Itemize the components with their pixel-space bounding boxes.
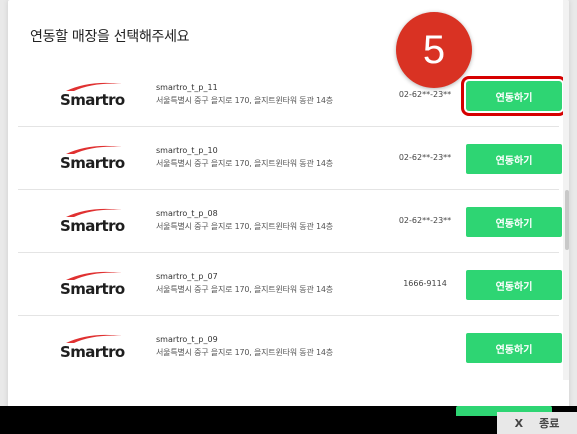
scroll-thumb[interactable] — [565, 190, 569, 250]
close-button[interactable]: X 종료 — [497, 412, 577, 434]
store-phone: 02-62**-23** — [398, 90, 452, 99]
smartro-logo: Smartro — [58, 206, 130, 236]
scrollbar[interactable] — [563, 0, 569, 380]
store-phone: 02-62**-23** — [398, 216, 452, 225]
smartro-logo: Smartro — [58, 332, 130, 362]
store-address: 서울특별시 중구 을지로 170, 을지트윈타워 동관 14층 — [156, 222, 333, 231]
store-address: 서울특별시 중구 을지로 170, 을지트윈타워 동관 14층 — [156, 96, 333, 105]
smartro-logo: Smartro — [58, 269, 130, 299]
store-phone: 1666-9114 — [403, 279, 447, 288]
smartro-logo: Smartro — [58, 143, 130, 173]
smartro-logo: Smartro — [58, 80, 130, 110]
list-item: Smartro smartro_t_p_11 서울특별시 중구 을지로 170,… — [18, 64, 567, 126]
store-list: Smartro smartro_t_p_11 서울특별시 중구 을지로 170,… — [8, 64, 569, 378]
store-name: smartro_t_p_10 — [156, 146, 218, 155]
store-address: 서울특별시 중구 을지로 170, 을지트윈타워 동관 14층 — [156, 348, 333, 357]
link-store-button[interactable]: 연동하기 — [466, 270, 562, 300]
page-title: 연동할 매장을 선택해주세요 — [30, 29, 190, 45]
close-label: 종료 — [539, 417, 560, 430]
link-store-button[interactable]: 연동하기 — [466, 333, 562, 363]
list-item: Smartro smartro_t_p_07 서울특별시 중구 을지로 170,… — [18, 252, 562, 315]
store-select-panel: 연동할 매장을 선택해주세요 Smartro smartro_t_p_11 서울… — [8, 0, 569, 434]
link-store-button[interactable]: 연동하기 — [466, 144, 562, 174]
store-name: smartro_t_p_09 — [156, 335, 218, 344]
store-name: smartro_t_p_07 — [156, 272, 218, 281]
link-store-button[interactable]: 연동하기 — [466, 207, 562, 237]
store-address: 서울특별시 중구 을지로 170, 을지트윈타워 동관 14층 — [156, 285, 333, 294]
link-store-button[interactable]: 연동하기 — [461, 76, 567, 116]
step-badge: 5 — [396, 12, 472, 88]
close-icon: X — [514, 416, 524, 430]
store-name: smartro_t_p_08 — [156, 209, 218, 218]
list-item: Smartro smartro_t_p_08 서울특별시 중구 을지로 170,… — [18, 189, 562, 252]
list-item: Smartro smartro_t_p_09 서울특별시 중구 을지로 170,… — [18, 315, 562, 378]
store-address: 서울특별시 중구 을지로 170, 을지트윈타워 동관 14층 — [156, 159, 333, 168]
list-item: Smartro smartro_t_p_10 서울특별시 중구 을지로 170,… — [18, 126, 562, 189]
store-name: smartro_t_p_11 — [156, 83, 218, 92]
store-phone: 02-62**-23** — [398, 153, 452, 162]
